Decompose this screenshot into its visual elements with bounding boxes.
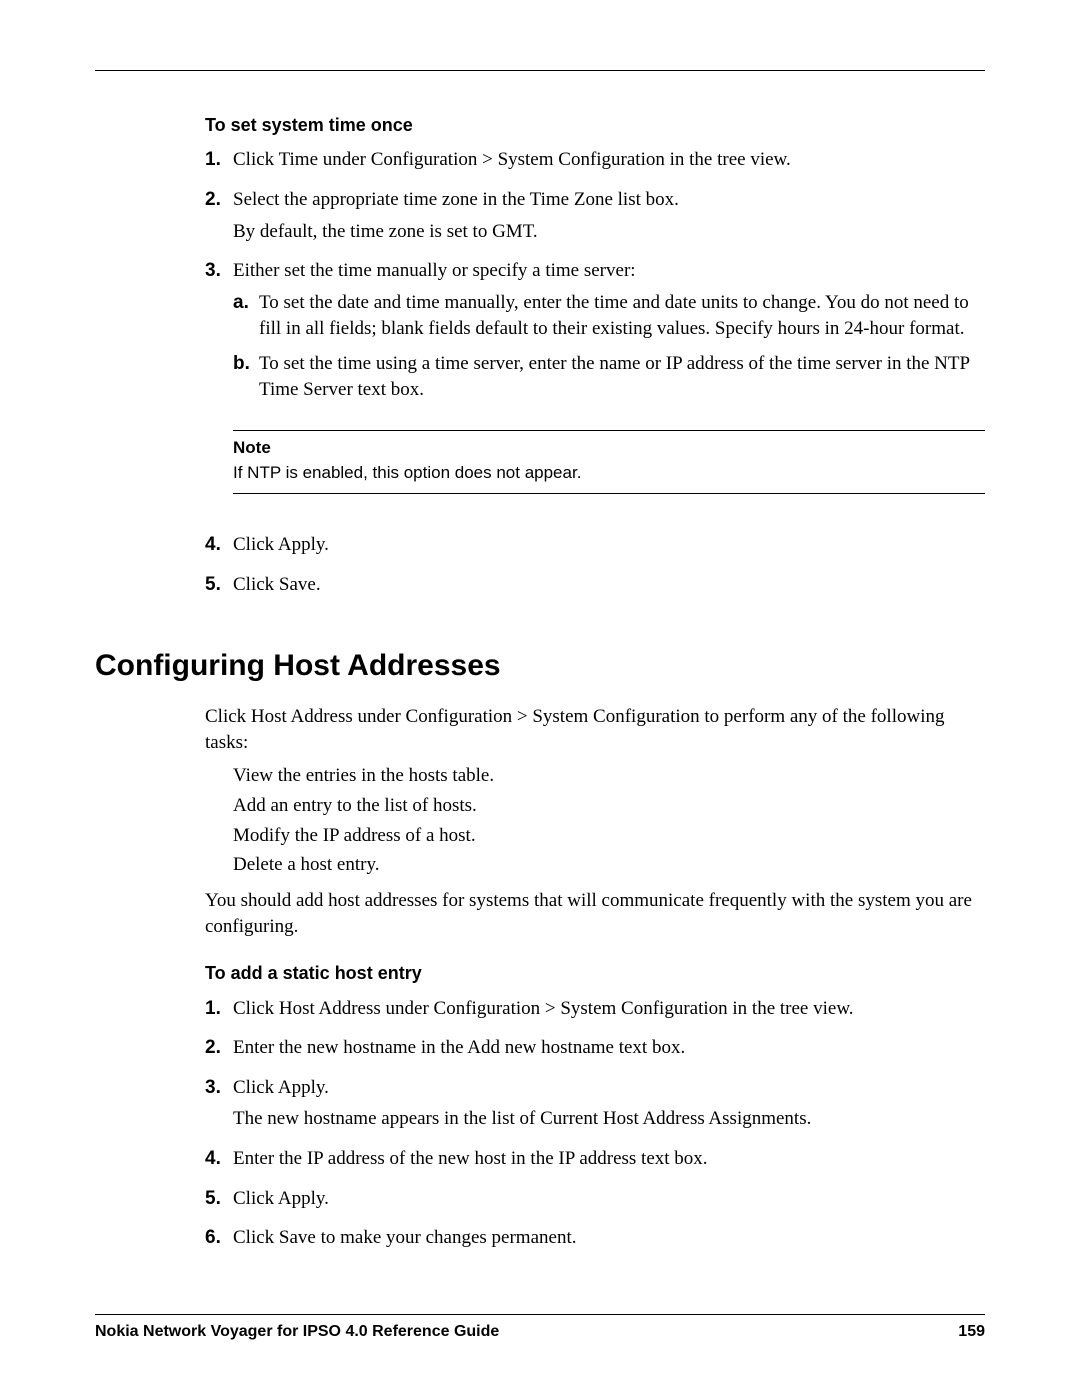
steps-list: 1. Click Time under Configuration > Syst… xyxy=(205,147,985,412)
note-block: Note If NTP is enabled, this option does… xyxy=(233,430,985,494)
step-item: 1. Click Host Address under Configuratio… xyxy=(205,996,985,1028)
step-text: Select the appropriate time zone in the … xyxy=(233,187,985,213)
page-number: 159 xyxy=(958,1321,985,1343)
step-text: Click Save. xyxy=(233,572,985,598)
document-page: To set system time once 1. Click Time un… xyxy=(0,0,1080,1397)
outro-paragraph: You should add host addresses for system… xyxy=(205,888,985,939)
step-marker: 1. xyxy=(205,147,233,179)
step-body: Enter the new hostname in the Add new ho… xyxy=(233,1035,985,1067)
step-extra: By default, the time zone is set to GMT. xyxy=(233,219,985,245)
footer-row: Nokia Network Voyager for IPSO 4.0 Refer… xyxy=(95,1321,985,1343)
bullet-item: Add an entry to the list of hosts. xyxy=(233,793,985,819)
step-item: 6. Click Save to make your changes perma… xyxy=(205,1225,985,1257)
step-body: Either set the time manually or specify … xyxy=(233,258,985,412)
step-body: Click Host Address under Configuration >… xyxy=(233,996,985,1028)
step-text: Either set the time manually or specify … xyxy=(233,258,985,284)
step-text: Click Host Address under Configuration >… xyxy=(233,996,985,1022)
step-body: Click Time under Configuration > System … xyxy=(233,147,985,179)
bullet-item: View the entries in the hosts table. xyxy=(233,763,985,789)
step-body: Select the appropriate time zone in the … xyxy=(233,187,985,250)
footer: Nokia Network Voyager for IPSO 4.0 Refer… xyxy=(95,1314,985,1343)
intro-paragraph: Click Host Address under Configuration >… xyxy=(205,704,985,755)
step-item: 5. Click Save. xyxy=(205,572,985,604)
step-item: 5. Click Apply. xyxy=(205,1186,985,1218)
step-body: Click Save. xyxy=(233,572,985,604)
step-marker: 2. xyxy=(205,1035,233,1067)
substep-marker: a. xyxy=(233,290,259,341)
step-text: Enter the IP address of the new host in … xyxy=(233,1146,985,1172)
step-marker: 5. xyxy=(205,572,233,604)
step-text: Click Time under Configuration > System … xyxy=(233,147,985,173)
step-marker: 2. xyxy=(205,187,233,250)
steps-list-2: 1. Click Host Address under Configuratio… xyxy=(205,996,985,1257)
step-item: 4. Click Apply. xyxy=(205,532,985,564)
section-heading: Configuring Host Addresses xyxy=(95,646,985,687)
footer-title: Nokia Network Voyager for IPSO 4.0 Refer… xyxy=(95,1321,499,1343)
step-marker: 4. xyxy=(205,1146,233,1178)
step-marker: 3. xyxy=(205,258,233,412)
section-host-addresses: Click Host Address under Configuration >… xyxy=(205,704,985,1257)
subsection-title: To set system time once xyxy=(205,113,985,137)
task-bullets: View the entries in the hosts table. Add… xyxy=(205,763,985,878)
step-text: Click Save to make your changes permanen… xyxy=(233,1225,985,1251)
step-marker: 6. xyxy=(205,1225,233,1257)
steps-list-cont: 4. Click Apply. 5. Click Save. xyxy=(205,532,985,603)
step-body: Enter the IP address of the new host in … xyxy=(233,1146,985,1178)
step-body: Click Apply. xyxy=(233,532,985,564)
step-marker: 4. xyxy=(205,532,233,564)
substep-item: a. To set the date and time manually, en… xyxy=(233,290,985,341)
step-marker: 1. xyxy=(205,996,233,1028)
bullet-item: Modify the IP address of a host. xyxy=(233,823,985,849)
note-label: Note xyxy=(233,437,985,460)
step-text: Click Apply. xyxy=(233,532,985,558)
step-item: 2. Select the appropriate time zone in t… xyxy=(205,187,985,250)
step-item: 3. Either set the time manually or speci… xyxy=(205,258,985,412)
step-extra: The new hostname appears in the list of … xyxy=(233,1106,985,1132)
bullet-item: Delete a host entry. xyxy=(233,852,985,878)
substep-marker: b. xyxy=(233,351,259,402)
step-text: Enter the new hostname in the Add new ho… xyxy=(233,1035,985,1061)
step-item: 3. Click Apply. The new hostname appears… xyxy=(205,1075,985,1138)
subsection-title: To add a static host entry xyxy=(205,961,985,985)
substep-body: To set the time using a time server, ent… xyxy=(259,351,985,402)
step-marker: 3. xyxy=(205,1075,233,1138)
step-item: 1. Click Time under Configuration > Syst… xyxy=(205,147,985,179)
note-text: If NTP is enabled, this option does not … xyxy=(233,462,985,485)
spacer xyxy=(205,512,985,532)
step-body: Click Save to make your changes permanen… xyxy=(233,1225,985,1257)
step-body: Click Apply. xyxy=(233,1186,985,1218)
footer-rule xyxy=(95,1314,985,1315)
top-rule xyxy=(95,70,985,71)
step-item: 2. Enter the new hostname in the Add new… xyxy=(205,1035,985,1067)
step-body: Click Apply. The new hostname appears in… xyxy=(233,1075,985,1138)
step-text: Click Apply. xyxy=(233,1186,985,1212)
step-text: Click Apply. xyxy=(233,1075,985,1101)
step-item: 4. Enter the IP address of the new host … xyxy=(205,1146,985,1178)
substep-body: To set the date and time manually, enter… xyxy=(259,290,985,341)
section-set-time: To set system time once 1. Click Time un… xyxy=(205,113,985,604)
substep-item: b. To set the time using a time server, … xyxy=(233,351,985,402)
step-marker: 5. xyxy=(205,1186,233,1218)
substeps-list: a. To set the date and time manually, en… xyxy=(233,290,985,403)
